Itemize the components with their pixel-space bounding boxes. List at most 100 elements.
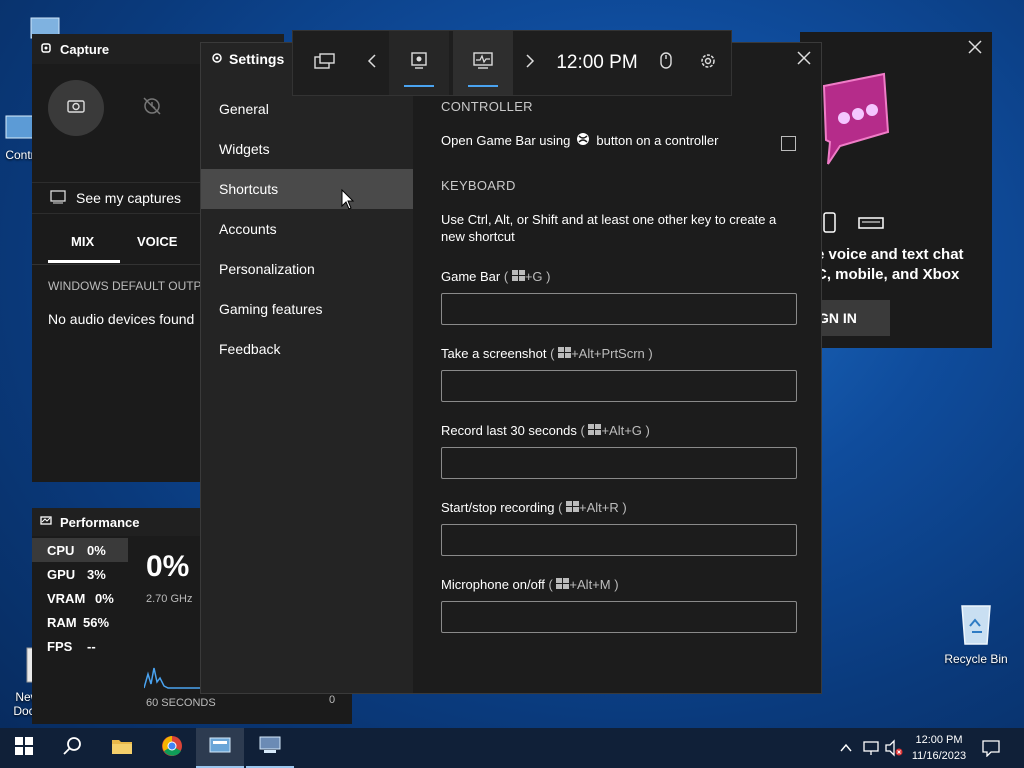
perf-row-vram[interactable]: VRAM 0% <box>32 586 128 610</box>
gear-icon <box>211 51 223 67</box>
system-clock[interactable]: 12:00 PM 11/16/2023 <box>906 732 972 764</box>
settings-title: Settings <box>211 51 284 67</box>
perf-key: RAM <box>47 614 77 630</box>
perf-row-cpu[interactable]: CPU 0% <box>32 538 128 562</box>
close-settings-button[interactable] <box>795 49 813 72</box>
nav-item-widgets[interactable]: Widgets <box>201 129 413 169</box>
windows-logo-icon <box>15 736 33 760</box>
volume-muted-icon[interactable] <box>884 739 904 762</box>
shortcut-field-game-bar[interactable] <box>441 293 797 325</box>
perf-row-ram[interactable]: RAM 56% <box>32 610 128 634</box>
taskbar: 12:00 PM 11/16/2023 <box>0 728 1024 768</box>
windows-key-icon <box>556 577 570 592</box>
windows-key-icon <box>566 500 580 515</box>
gamebar-settings-button[interactable] <box>693 31 723 95</box>
windows-key-icon <box>588 423 602 438</box>
camera-icon <box>66 98 86 119</box>
shortcut-label-microphone: Microphone on/off ( +Alt+M ) <box>441 577 619 592</box>
capture-toggle-button[interactable] <box>389 31 449 95</box>
mouse-cursor-icon <box>341 188 355 216</box>
shortcut-name: Microphone on/off <box>441 577 545 592</box>
widget-menu-button[interactable] <box>303 31 347 95</box>
social-text-2: C, mobile, and Xbox <box>816 266 960 283</box>
desktop-icon-recycle-bin[interactable]: Recycle Bin <box>940 600 1012 666</box>
perf-value: 0% <box>87 542 106 558</box>
record-last-30-button[interactable] <box>124 80 180 136</box>
mix-tab-indicator <box>48 260 120 263</box>
network-icon[interactable] <box>862 739 880 762</box>
shortcut-label-screenshot: Take a screenshot ( +Alt+PrtScrn ) <box>441 346 653 361</box>
output-device-label: WINDOWS DEFAULT OUTPUT <box>48 279 218 293</box>
notification-center-icon[interactable] <box>982 739 1000 762</box>
game-bar: 12:00 PM <box>292 30 732 96</box>
shortcut-name: Start/stop recording <box>441 500 555 515</box>
app-window-icon <box>209 736 231 759</box>
clock-date: 11/16/2023 <box>911 750 967 762</box>
screenshot-button[interactable] <box>48 80 104 136</box>
scroll-left-button[interactable] <box>357 31 387 95</box>
perf-value: 3% <box>87 566 106 582</box>
perf-key: CPU <box>47 542 75 558</box>
shortcut-field-record-last[interactable] <box>441 447 797 479</box>
taskbar-app-1[interactable] <box>196 728 244 768</box>
shortcut-hint: +Alt+M <box>569 577 611 592</box>
record-history-icon <box>141 95 163 122</box>
controller-option-text-2: button on a controller <box>596 133 719 148</box>
active-indicator <box>404 85 434 87</box>
taskbar-file-explorer[interactable] <box>98 728 146 768</box>
mouse-button[interactable] <box>651 31 681 95</box>
shortcut-field-microphone[interactable] <box>441 601 797 633</box>
perf-key: FPS <box>47 638 73 654</box>
phone-icon <box>822 212 838 239</box>
perf-value: 0% <box>95 590 114 606</box>
nav-item-gaming-features[interactable]: Gaming features <box>201 289 413 329</box>
chevron-up-icon[interactable] <box>838 740 854 761</box>
perf-row-gpu[interactable]: GPU 3% <box>32 562 128 586</box>
cpu-clock-speed: 2.70 GHz <box>146 593 193 605</box>
perf-row-fps[interactable]: FPS -- <box>32 634 128 658</box>
controller-checkbox[interactable] <box>781 136 796 151</box>
settings-title-text: Settings <box>229 51 285 67</box>
performance-toggle-button[interactable] <box>453 31 513 95</box>
shortcut-name: Game Bar <box>441 269 501 284</box>
capture-title: Capture <box>60 41 110 57</box>
perf-key: GPU <box>47 566 76 582</box>
taskbar-chrome[interactable] <box>148 728 196 768</box>
keyboard-description: Use Ctrl, Alt, or Shift and at least one… <box>441 212 777 244</box>
capture-icon <box>40 42 52 57</box>
taskbar-app-2[interactable] <box>246 728 294 768</box>
capture-icon <box>411 51 427 75</box>
chevron-right-icon <box>525 53 535 74</box>
shortcut-label-start-stop: Start/stop recording ( +Alt+R ) <box>441 500 627 515</box>
nav-item-accounts[interactable]: Accounts <box>201 209 413 249</box>
controller-option-text: Open Game Bar using <box>441 133 571 148</box>
recycle-bin-icon <box>954 600 998 648</box>
nav-item-feedback[interactable]: Feedback <box>201 329 413 369</box>
tab-voice[interactable]: VOICE <box>137 234 177 249</box>
tab-mix[interactable]: MIX <box>71 234 94 249</box>
cpu-big-value: 0% <box>146 550 190 583</box>
settings-nav: Settings General Widgets Shortcuts Accou… <box>201 43 413 693</box>
nav-item-shortcuts[interactable]: Shortcuts <box>201 169 413 209</box>
scroll-right-button[interactable] <box>515 31 545 95</box>
nav-item-personalization[interactable]: Personalization <box>201 249 413 289</box>
start-button[interactable] <box>0 728 48 768</box>
performance-icon <box>40 515 52 530</box>
controller-option: Open Game Bar using button on a controll… <box>441 132 719 149</box>
shortcut-hint: +G <box>524 269 543 284</box>
chrome-icon <box>161 735 183 762</box>
clock-time: 12:00 PM <box>915 734 963 746</box>
no-audio-devices-text: No audio devices found <box>48 311 195 327</box>
shortcut-hint: +Alt+PrtScrn <box>571 346 645 361</box>
keyboard-heading: KEYBOARD <box>441 178 516 193</box>
close-icon[interactable] <box>966 38 984 61</box>
cpu-usage-graph <box>143 658 204 697</box>
chevron-left-icon <box>367 53 377 74</box>
shortcut-field-screenshot[interactable] <box>441 370 797 402</box>
search-button[interactable] <box>48 728 96 768</box>
search-icon <box>62 736 82 761</box>
network-computer-icon <box>258 735 282 760</box>
gear-icon <box>699 52 717 75</box>
gamebar-clock: 12:00 PM <box>556 52 638 73</box>
shortcut-field-start-stop[interactable] <box>441 524 797 556</box>
